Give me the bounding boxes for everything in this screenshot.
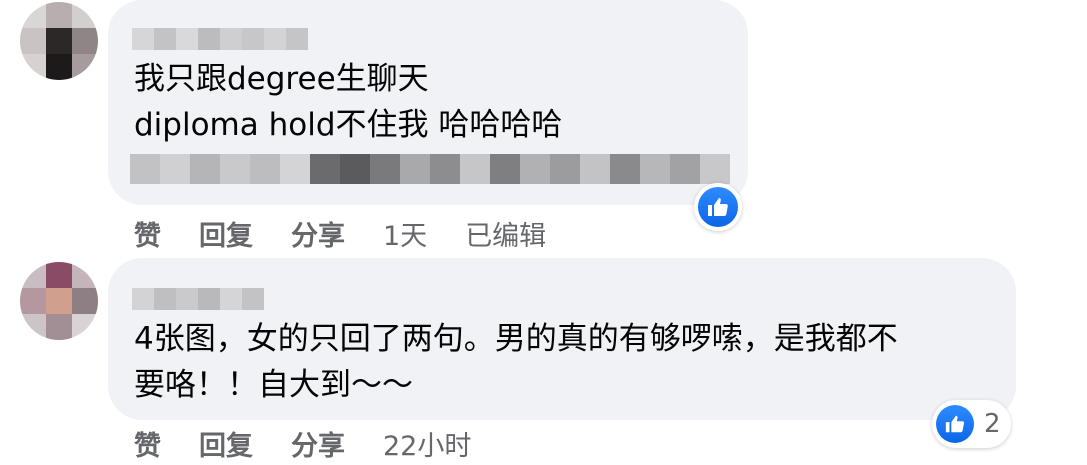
- like-reaction-icon: [936, 405, 974, 443]
- timestamp[interactable]: 1天: [383, 214, 427, 253]
- reaction-summary[interactable]: 2: [932, 400, 1011, 448]
- author-name-blurred[interactable]: [132, 288, 264, 310]
- reply-button[interactable]: 回复: [199, 214, 253, 253]
- timestamp[interactable]: 22小时: [383, 424, 471, 463]
- comment-text: 我只跟degree生聊天 diploma hold不住我 哈哈哈哈: [134, 61, 563, 143]
- like-reaction-icon[interactable]: [694, 183, 742, 231]
- avatar[interactable]: [20, 262, 98, 340]
- share-button[interactable]: 分享: [291, 214, 345, 253]
- reaction-count: 2: [984, 409, 1001, 439]
- comment-text: 4张图，女的只回了两句。男的真的有够啰嗦，是我都不 要咯！！自大到～～: [134, 321, 898, 403]
- blurred-text-line: [130, 154, 730, 184]
- like-button[interactable]: 赞: [134, 214, 161, 253]
- avatar[interactable]: [20, 2, 98, 80]
- comment-actions: 赞 回复 分享 1天 已编辑: [134, 214, 584, 253]
- author-name-blurred[interactable]: [132, 28, 308, 50]
- edited-label[interactable]: 已编辑: [465, 214, 546, 253]
- thumbs-up-icon: [945, 415, 965, 433]
- comment-actions: 赞 回复 分享 22小时: [134, 424, 509, 463]
- thumbs-up-icon: [708, 198, 728, 216]
- like-button[interactable]: 赞: [134, 424, 161, 463]
- share-button[interactable]: 分享: [291, 424, 345, 463]
- comment-bubble: 4张图，女的只回了两句。男的真的有够啰嗦，是我都不 要咯！！自大到～～: [108, 258, 1016, 420]
- comment-bubble: 我只跟degree生聊天 diploma hold不住我 哈哈哈哈: [108, 0, 748, 205]
- reply-button[interactable]: 回复: [199, 424, 253, 463]
